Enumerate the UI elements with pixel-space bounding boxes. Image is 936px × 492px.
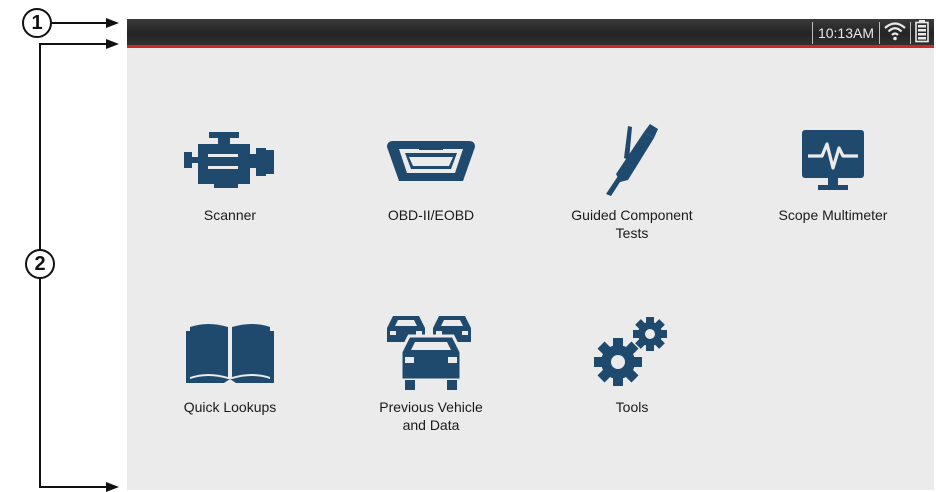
app-guided-component-tests-label: Guided Component Tests xyxy=(571,207,693,241)
callout-2-bracket-lower xyxy=(39,278,41,487)
status-clock: 10:13AM xyxy=(817,25,874,41)
app-obd2-eobd-label: OBD-II/EOBD xyxy=(387,207,475,223)
battery-icon xyxy=(914,19,930,48)
callout-1-arrowhead xyxy=(106,18,119,28)
status-separator xyxy=(910,22,911,44)
callout-1-label: 1 xyxy=(31,11,43,34)
status-separator xyxy=(879,22,880,44)
book-icon xyxy=(180,313,280,391)
app-scanner[interactable]: Scanner xyxy=(135,121,325,224)
app-quick-lookups-label: Quick Lookups xyxy=(183,399,277,415)
obd-connector-icon xyxy=(381,121,481,199)
status-bar: 10:13AM xyxy=(127,19,934,48)
app-scope-multimeter[interactable]: Scope Multimeter xyxy=(738,121,928,224)
scope-monitor-icon xyxy=(783,121,883,199)
app-obd2-eobd[interactable]: OBD-II/EOBD xyxy=(336,121,526,224)
app-previous-vehicle-and-data[interactable]: Previous Vehicle and Data xyxy=(336,313,526,434)
app-quick-lookups[interactable]: Quick Lookups xyxy=(135,313,325,416)
app-grid: Scanner OBD-II/EOBD Guided Component Tes… xyxy=(127,51,934,490)
app-scope-multimeter-label: Scope Multimeter xyxy=(778,207,888,223)
callout-2-bracket-upper xyxy=(39,43,41,250)
device-screen: 10:13AM Scanner OBD-II/EOBD Guided Compo… xyxy=(127,19,934,490)
wifi-icon xyxy=(883,20,907,47)
callout-2-label: 2 xyxy=(34,252,46,275)
app-tools-label: Tools xyxy=(615,399,649,415)
engine-icon xyxy=(180,121,280,199)
status-separator xyxy=(811,22,813,44)
gears-icon xyxy=(582,313,682,391)
callout-2-top-arrowhead xyxy=(106,39,119,49)
callout-1-leader xyxy=(52,22,108,24)
app-scanner-label: Scanner xyxy=(203,207,257,223)
callout-2-bottom-arrowhead xyxy=(106,482,119,492)
app-guided-component-tests[interactable]: Guided Component Tests xyxy=(537,121,727,242)
test-probe-icon xyxy=(582,121,682,199)
callout-2: 2 xyxy=(25,249,55,279)
callout-2-bracket-top xyxy=(39,43,107,45)
app-previous-vehicle-and-data-label: Previous Vehicle and Data xyxy=(379,399,483,433)
status-indicators: 10:13AM xyxy=(809,19,930,48)
callout-1: 1 xyxy=(22,8,52,38)
callout-2-bracket-bottom xyxy=(39,486,107,488)
vehicles-icon xyxy=(381,313,481,391)
app-tools[interactable]: Tools xyxy=(537,313,727,416)
